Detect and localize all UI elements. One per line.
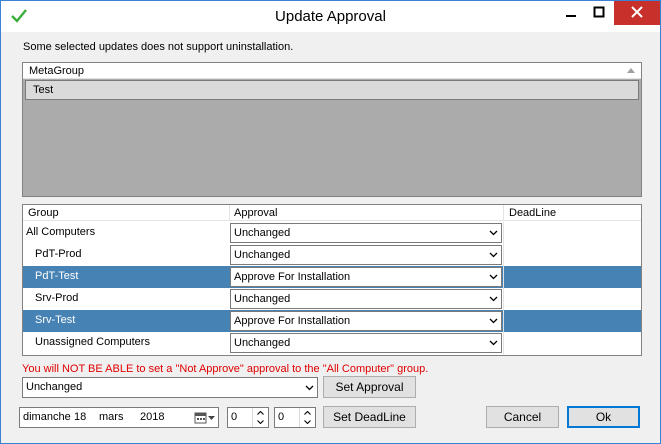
metagroup-list[interactable]: MetaGroup Test [22,62,642,197]
approval-select[interactable]: Unchanged [230,333,502,353]
date-weekday[interactable]: dimanche [23,411,71,423]
column-divider [229,205,230,221]
approval-value: Approve For Installation [234,315,351,327]
grid-header: Group Approval DeadLine [23,205,641,221]
hours-value: 0 [231,411,238,423]
close-button[interactable] [614,1,660,25]
chevron-down-icon[interactable] [253,417,268,426]
metagroup-header-label: MetaGroup [29,65,85,77]
deadline-cell[interactable] [503,310,641,332]
title-bar[interactable]: Update Approval [1,1,660,32]
stepper-arrows [299,408,315,427]
update-approval-window: Update Approval Some selected updates do… [0,0,661,444]
chevron-down-icon[interactable] [300,417,315,426]
approval-column-header[interactable]: Approval [234,207,277,219]
chevron-down-icon[interactable] [485,268,501,286]
calendar-icon[interactable] [194,411,216,425]
column-divider [503,205,504,221]
approval-value: Unchanged [234,249,291,261]
ok-button[interactable]: Ok [567,406,640,428]
approval-warning: You will NOT BE ABLE to set a "Not Appro… [22,363,429,375]
deadline-column-header[interactable]: DeadLine [509,207,556,219]
deadline-date-picker[interactable]: dimanche 18 mars 2018 [19,407,219,428]
metagroup-column-header[interactable]: MetaGroup [23,63,641,79]
deadline-cell[interactable] [503,288,641,310]
chevron-down-icon[interactable] [485,246,501,264]
group-approval-grid: Group Approval DeadLine All Computers Un… [22,204,642,356]
group-row[interactable]: Srv-Prod Unchanged [23,288,641,310]
metagroup-row[interactable]: Test [25,80,639,100]
minutes-value: 0 [278,411,285,423]
chevron-down-icon[interactable] [485,334,501,352]
group-row-selected[interactable]: Srv-Test Approve For Installation [23,310,641,332]
approval-value: Approve For Installation [234,271,351,283]
date-year[interactable]: 2018 [140,411,164,423]
deadline-cell[interactable] [503,222,641,244]
approval-select[interactable]: Unchanged [230,223,502,243]
group-name: Unassigned Computers [35,336,150,348]
maximize-button[interactable] [582,1,616,25]
approval-select[interactable]: Unchanged [230,289,502,309]
chevron-down-icon[interactable] [301,378,317,397]
deadline-cell[interactable] [503,266,641,288]
approval-select[interactable]: Approve For Installation [230,311,502,331]
approval-select[interactable]: Approve For Installation [230,267,502,287]
group-row[interactable]: PdT-Prod Unchanged [23,244,641,266]
group-row[interactable]: All Computers Unchanged [23,222,641,244]
metagroup-row-label: Test [33,84,54,96]
chevron-down-icon[interactable] [485,290,501,308]
stepper-arrows [252,408,268,427]
minimize-icon [565,6,577,21]
approval-value: Unchanged [234,293,291,305]
group-name: Srv-Prod [35,292,79,304]
deadline-cell[interactable] [503,332,641,354]
set-approval-button[interactable]: Set Approval [323,376,416,398]
maximize-icon [593,6,605,21]
approval-select[interactable]: Unchanged [230,245,502,265]
deadline-hours-stepper[interactable]: 0 [227,407,269,428]
chevron-down-icon[interactable] [485,224,501,242]
group-row-selected[interactable]: PdT-Test Approve For Installation [23,266,641,288]
date-day[interactable]: 18 [74,411,86,423]
group-name: PdT-Test [35,270,79,282]
approval-value: Unchanged [234,337,291,349]
cancel-button[interactable]: Cancel [486,406,559,428]
group-name: PdT-Prod [35,248,82,260]
group-name: Srv-Test [35,314,76,326]
date-month[interactable]: mars [99,411,123,423]
group-row[interactable]: Unassigned Computers Unchanged [23,332,641,354]
uninstall-notice: Some selected updates does not support u… [23,41,294,53]
approval-value: Unchanged [234,227,291,239]
chevron-up-icon[interactable] [253,408,268,417]
group-column-header[interactable]: Group [28,207,59,219]
chevron-down-icon[interactable] [485,312,501,330]
approval-combo[interactable]: Unchanged [22,377,318,398]
approval-combo-value: Unchanged [26,381,83,393]
deadline-cell[interactable] [503,244,641,266]
group-name: All Computers [26,226,96,238]
close-icon [631,5,643,21]
chevron-up-icon[interactable] [300,408,315,417]
deadline-minutes-stepper[interactable]: 0 [274,407,316,428]
sort-ascending-icon [627,68,635,73]
set-deadline-button[interactable]: Set DeadLine [323,406,416,428]
